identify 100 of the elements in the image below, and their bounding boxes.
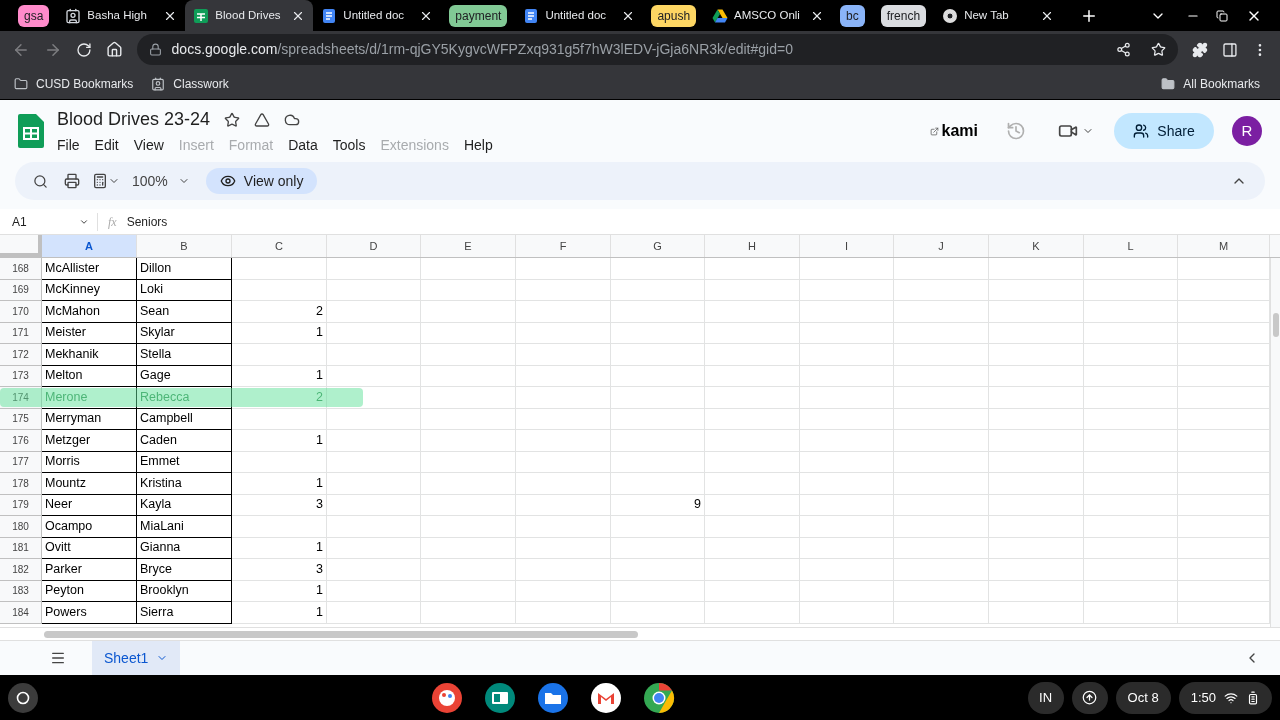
column-header[interactable]: L: [1084, 235, 1178, 257]
classroom-app-icon[interactable]: [483, 681, 516, 714]
column-header[interactable]: A: [42, 235, 137, 257]
kami-button[interactable]: kami: [929, 119, 978, 143]
tab-group-chip[interactable]: apush: [651, 4, 697, 27]
url-path: /spreadsheets/d/1rm-qjGY5KygvcWFPZxq931g5f7hW3lEDV-jGja6NR3k/edit#gid=0: [277, 40, 793, 59]
restore-icon[interactable]: [1216, 9, 1228, 22]
zoom-level[interactable]: 100%: [132, 170, 168, 192]
column-header[interactable]: H: [705, 235, 800, 257]
table-cell: Loki: [137, 279, 232, 301]
mail-app-icon[interactable]: [589, 681, 622, 714]
reload-icon[interactable]: [75, 41, 92, 58]
view-only-button[interactable]: View only: [205, 168, 318, 194]
menu-item[interactable]: File: [57, 135, 80, 156]
corner-cell[interactable]: [0, 235, 42, 257]
print-icon[interactable]: [64, 173, 80, 189]
portrait-icon: [151, 76, 166, 91]
document-title[interactable]: Blood Drives 23-24: [57, 106, 211, 133]
upload-button[interactable]: [1071, 681, 1108, 714]
row-number[interactable]: 183: [0, 580, 42, 602]
name-box[interactable]: A1: [0, 212, 98, 231]
menu-item[interactable]: Help: [463, 135, 493, 156]
home-icon[interactable]: [105, 41, 123, 58]
bookmark[interactable]: CUSD Bookmarks: [14, 74, 134, 93]
table-cell: Emmet: [137, 451, 232, 473]
tab-group-chip[interactable]: bc: [840, 4, 865, 27]
menu-item[interactable]: Edit: [94, 135, 119, 156]
folder-icon: [1161, 76, 1176, 91]
tab-group-chip[interactable]: gsa: [18, 4, 50, 27]
launcher-button[interactable]: [8, 682, 38, 713]
row-number[interactable]: 172: [0, 344, 42, 366]
browser-tab[interactable]: New Tab: [934, 0, 1063, 31]
tab-group-chip[interactable]: payment: [449, 4, 508, 27]
row-number[interactable]: 180: [0, 516, 42, 538]
column-header[interactable]: E: [421, 235, 516, 257]
column-header[interactable]: J: [894, 235, 989, 257]
table-cell: 1: [232, 537, 327, 559]
share-icon[interactable]: [1116, 42, 1132, 57]
sheet-tab[interactable]: Sheet1: [92, 641, 181, 675]
star-icon[interactable]: [224, 111, 241, 128]
row-number[interactable]: 177: [0, 451, 42, 473]
row-number[interactable]: 173: [0, 365, 42, 387]
menu-item[interactable]: Data: [288, 135, 318, 156]
table-cell: Campbell: [137, 408, 232, 430]
formula-field[interactable]: Seniors: [126, 212, 168, 231]
row-number[interactable]: 181: [0, 537, 42, 559]
clock: 1:50: [1190, 688, 1216, 707]
row-number[interactable]: 170: [0, 301, 42, 323]
column-header[interactable]: B: [137, 235, 232, 257]
avatar[interactable]: R: [1232, 116, 1262, 146]
column-header[interactable]: F: [516, 235, 611, 257]
extensions-icon[interactable]: [1192, 41, 1209, 58]
side-panel-icon[interactable]: [1222, 41, 1239, 58]
column-header[interactable]: K: [989, 235, 1084, 257]
tab-group-chip[interactable]: french: [880, 4, 927, 27]
row-number[interactable]: 179: [0, 494, 42, 516]
column-header[interactable]: D: [327, 235, 421, 257]
input-method[interactable]: IN: [1027, 681, 1064, 714]
row-number[interactable]: 171: [0, 322, 42, 344]
search-icon[interactable]: [33, 173, 48, 189]
browser-app-icon[interactable]: [642, 681, 675, 714]
table-cell: 9: [611, 494, 705, 516]
document-icon: [523, 7, 540, 24]
column-header[interactable]: I: [800, 235, 894, 257]
column-header[interactable]: C: [232, 235, 327, 257]
row-number[interactable]: 175: [0, 408, 42, 430]
column-header[interactable]: G: [611, 235, 705, 257]
lock-icon: [148, 43, 162, 56]
row-number[interactable]: 168: [0, 258, 42, 280]
files-app-icon[interactable]: [536, 681, 569, 714]
table-cell: 1: [232, 580, 327, 602]
all-sheets-icon[interactable]: [50, 650, 66, 666]
scrollbar-thumb[interactable]: [1273, 313, 1279, 337]
row-number[interactable]: 176: [0, 430, 42, 452]
scrollbar-thumb[interactable]: [44, 630, 638, 638]
row-number[interactable]: 184: [0, 602, 42, 624]
browser-tab[interactable]: Basha High: [57, 0, 186, 31]
row-number[interactable]: 169: [0, 279, 42, 301]
date[interactable]: Oct 8: [1115, 681, 1171, 714]
table-cell: Mekhanik: [42, 344, 137, 366]
table-cell: Ovitt: [42, 537, 137, 559]
browser-tab[interactable]: Untitled doc: [313, 0, 442, 31]
row-number[interactable]: 178: [0, 473, 42, 495]
table-cell: 1: [232, 473, 327, 495]
palette-app-icon[interactable]: [430, 681, 463, 714]
bookmark[interactable]: All Bookmarks: [1161, 74, 1260, 93]
address-bar[interactable]: docs.google.com/spreadsheets/d/1rm-qjGY5KygvcWFPZxq931g5f7hW3lEDV-jGja6NR3k/edit#gid=0: [136, 34, 1179, 65]
share-button[interactable]: Share: [1114, 113, 1214, 149]
row-number[interactable]: 182: [0, 559, 42, 581]
browser-tab[interactable]: AMSCO Onli: [704, 0, 833, 31]
browser-tab[interactable]: Untitled doc: [515, 0, 644, 31]
menu-item[interactable]: View: [133, 135, 164, 156]
bookmark[interactable]: Classwork: [151, 74, 229, 93]
battery-icon: [1246, 690, 1260, 705]
status-area[interactable]: 1:50: [1178, 681, 1272, 714]
menu-item[interactable]: Tools: [332, 135, 366, 156]
browser-tab[interactable]: Blood Drives: [185, 0, 314, 31]
browser-logo-icon: [942, 7, 959, 24]
table-cell: Gianna: [137, 537, 232, 559]
column-header[interactable]: M: [1178, 235, 1270, 257]
